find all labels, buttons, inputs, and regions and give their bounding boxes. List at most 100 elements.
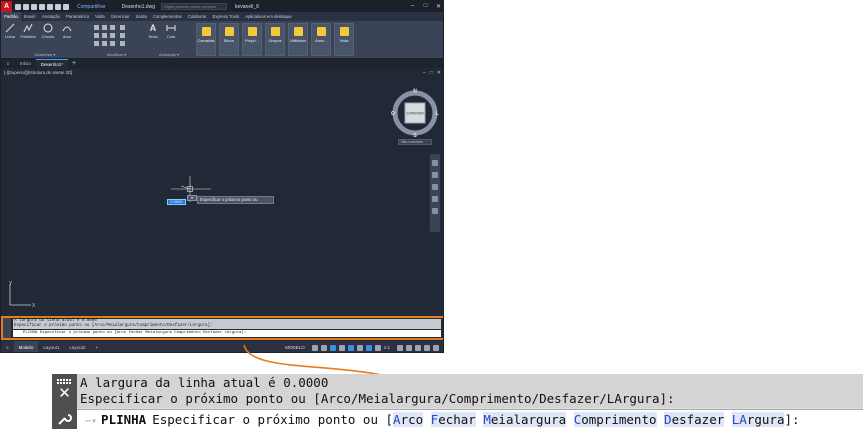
snap-icon[interactable] (320, 344, 327, 351)
option-largura[interactable]: LArgura (731, 412, 785, 427)
showmotion-icon[interactable] (432, 208, 438, 214)
group-modificar[interactable]: Modificar ▾ (89, 51, 144, 58)
polyline-tool[interactable]: Polilinha (19, 23, 37, 39)
option-fechar[interactable]: Fechar (430, 412, 476, 427)
units-icon[interactable] (415, 344, 421, 351)
command-input-small[interactable]: PLINHA Especificar o próximo ponto ou [A… (13, 330, 441, 337)
option-desfazer[interactable]: Desfazer (664, 412, 725, 427)
lineweight-icon[interactable] (356, 344, 363, 351)
arc-tool[interactable]: Arco (60, 23, 74, 39)
new-icon[interactable] (15, 3, 21, 10)
block-button[interactable]: Bloco (219, 23, 239, 56)
search-input[interactable]: Digite palavra-chave ou frase (160, 3, 227, 10)
tab-saida[interactable]: Saída (133, 12, 150, 21)
new-tab-icon[interactable]: + (68, 60, 80, 67)
scale-label[interactable]: 1:1 (384, 345, 390, 350)
tab-modelo[interactable]: Modelo (13, 341, 39, 352)
viewport-label[interactable]: [-][Superior][Estrutura de arame 2D] (4, 70, 72, 75)
groups-button[interactable]: Grupos (265, 23, 285, 56)
wrench-icon[interactable] (57, 411, 72, 426)
command-input[interactable]: ⋯▾ PLINHA Especificar o próximo ponto ou [… (77, 409, 863, 429)
orbit-icon[interactable] (432, 196, 438, 202)
circle-tool[interactable]: Círculo (40, 23, 56, 39)
close-icon[interactable]: ✕ (432, 3, 443, 10)
block-label: Bloco (223, 38, 234, 43)
tab-padrao[interactable]: Padrão (1, 12, 21, 21)
tab-colaborar[interactable]: Colaborar (185, 12, 210, 21)
dynamic-input-field[interactable]: 0.0000 (167, 199, 186, 205)
fullscreen-icon[interactable] (424, 344, 430, 351)
close-viewport-icon[interactable]: ✕ (437, 70, 441, 76)
tab-anotacao[interactable]: Anotação (39, 12, 63, 21)
tab-aplicativos[interactable]: Aplicativos em destaque (242, 12, 295, 21)
polar-icon[interactable] (338, 344, 345, 351)
text-tool[interactable]: A Texto (146, 23, 160, 39)
steering-wheel-icon[interactable] (432, 160, 438, 166)
tab-express-tools[interactable]: Express Tools (210, 12, 243, 21)
save-as-icon[interactable] (39, 3, 45, 10)
minimize-icon[interactable]: – (406, 3, 419, 10)
option-meialargura[interactable]: Meialargura (483, 412, 567, 427)
save-icon[interactable] (31, 3, 37, 10)
status-menu-icon[interactable]: ≡ (1, 341, 14, 352)
plot-icon[interactable] (47, 3, 53, 10)
wcs-menu[interactable]: Não nomeado (398, 139, 432, 145)
tab-desenho1[interactable]: Desenho1* (35, 59, 69, 68)
view-button[interactable]: Vista (334, 23, 354, 56)
app-logo[interactable]: A (1, 1, 12, 12)
tab-layout1[interactable]: Layout1 (38, 341, 64, 352)
line-tool[interactable]: Linha (3, 23, 17, 39)
menu-icon[interactable]: ≡ (1, 61, 15, 66)
tab-layout2[interactable]: Layout2 (64, 341, 90, 352)
redo-icon[interactable] (63, 3, 69, 10)
document-title: Desenho1.dwg (121, 3, 155, 10)
share-button[interactable]: Compartilhar (77, 4, 106, 10)
close-icon[interactable]: ✕ (58, 386, 71, 401)
viewcube-west: O (391, 111, 395, 117)
group-anotacao[interactable]: Anotação ▾ (144, 51, 194, 58)
circle-tool-label: Círculo (41, 34, 55, 39)
tab-inicio[interactable]: Início (15, 59, 36, 68)
dimension-tool[interactable]: Cota (164, 23, 178, 39)
add-layout-icon[interactable]: + (90, 341, 103, 352)
drawing-area[interactable]: [-][Superior][Estrutura de arame 2D] – □… (1, 68, 443, 316)
selection-cycling-icon[interactable] (365, 344, 372, 351)
tab-gerenciar[interactable]: Gerenciar (108, 12, 133, 21)
status-bar: ≡ Modelo Layout1 Layout2 + MODELO 1:1 (1, 341, 443, 352)
history-line-2: Especificar o próximo ponto ou [Arco/Mei… (80, 391, 675, 406)
zoom-icon[interactable] (432, 184, 438, 190)
minimize-viewport-icon[interactable]: – (423, 70, 426, 76)
command-line-enlarged: ✕ A largura da linha atual é 0.0000 Espe… (52, 374, 863, 429)
option-comprimento[interactable]: Comprimento (573, 412, 657, 427)
open-icon[interactable] (23, 3, 29, 10)
tab-parametrico[interactable]: Paramétrico (63, 12, 92, 21)
restore-viewport-icon[interactable]: □ (430, 70, 433, 76)
osnap-icon[interactable] (347, 344, 354, 351)
modify-tools-icon[interactable] (93, 24, 141, 48)
ortho-icon[interactable] (329, 344, 336, 351)
grid-icon[interactable] (311, 344, 318, 351)
model-space-label[interactable]: MODELO (285, 345, 305, 350)
tab-inserir[interactable]: Inserir (21, 12, 39, 21)
text-icon: A (149, 23, 157, 33)
layers-button[interactable]: Camadas (196, 23, 216, 56)
command-line-grip[interactable] (3, 318, 11, 338)
user-account[interactable]: kevanell_8 (235, 4, 259, 10)
pan-icon[interactable] (432, 172, 438, 178)
customize-icon[interactable] (433, 344, 439, 351)
recent-commands-icon[interactable]: ⋯▾ (85, 416, 97, 427)
viewcube[interactable]: SUPERIOR N S L O (390, 88, 440, 139)
utilities-button[interactable]: Utilitários (288, 23, 308, 56)
maximize-icon[interactable]: □ (419, 3, 432, 10)
settings-icon[interactable] (397, 344, 403, 351)
properties-button[interactable]: Propri... (242, 23, 262, 56)
option-hotkey: A (393, 412, 401, 427)
option-arco[interactable]: Arco (393, 412, 424, 427)
plus-icon[interactable] (406, 344, 412, 351)
undo-icon[interactable] (55, 3, 61, 10)
tab-vista[interactable]: Vista (92, 12, 107, 21)
group-desenhar[interactable]: Desenhar ▾ (1, 51, 89, 58)
annotation-icon[interactable] (374, 344, 381, 351)
tab-complementos[interactable]: Complementos (150, 12, 185, 21)
area-button[interactable]: Área... (311, 23, 331, 56)
